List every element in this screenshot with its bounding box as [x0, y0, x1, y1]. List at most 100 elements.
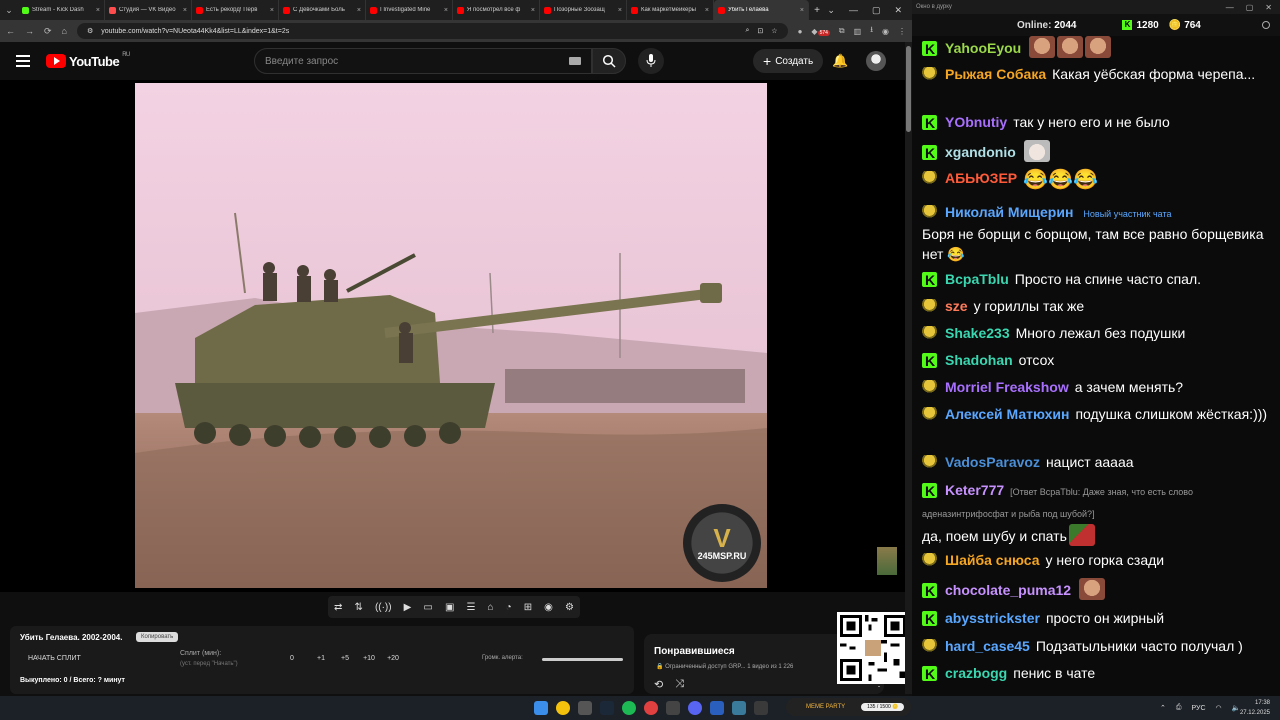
create-button[interactable]: + Создать	[753, 49, 824, 73]
player-tool-icon[interactable]: ▣	[445, 602, 454, 613]
chat-username[interactable]: Рыжая Собака	[945, 66, 1046, 82]
close-icon[interactable]: ✕	[1265, 3, 1272, 12]
browser-tab[interactable]: Stream - Kick Dash ×	[18, 0, 105, 20]
player-tool-icon[interactable]: ◔	[506, 602, 512, 613]
avatar[interactable]	[866, 51, 886, 71]
browser-tab[interactable]: I Investigated Mine ×	[366, 0, 453, 20]
extension-icon[interactable]: ●	[798, 27, 803, 36]
site-info-icon[interactable]: ⚙	[87, 27, 93, 35]
tab-close-icon[interactable]: ×	[531, 7, 535, 14]
app-icon[interactable]	[710, 701, 724, 715]
split-value-button[interactable]: +20	[381, 655, 405, 662]
loop-icon[interactable]: ⟲	[654, 678, 663, 691]
menu-icon[interactable]: ⋮	[898, 27, 906, 36]
app-icon[interactable]	[732, 701, 746, 715]
steam-icon[interactable]	[600, 701, 614, 715]
player-tool-icon[interactable]: ((·))	[375, 602, 392, 613]
app-icon[interactable]	[644, 701, 658, 715]
player-tool-icon[interactable]: ⚙	[565, 602, 574, 613]
browser-tab[interactable]: Есть рекорд! Перв ×	[192, 0, 279, 20]
tab-close-icon[interactable]: ×	[357, 7, 361, 14]
wifi-icon[interactable]: ◠	[1216, 704, 1222, 712]
chat-username[interactable]: Николай Мищерин	[945, 204, 1073, 220]
browser-tab[interactable]: Убить Гелаева ×	[714, 0, 809, 20]
chat-username[interactable]: YahooEyou	[945, 40, 1021, 56]
browser-tab[interactable]: Как маркетмейкеры ×	[627, 0, 714, 20]
player-tool-icon[interactable]: ▭	[423, 602, 432, 613]
search-button[interactable]	[592, 48, 626, 74]
install-icon[interactable]: ⊡	[757, 27, 763, 35]
chat-username[interactable]: Morriel Freakshow	[945, 379, 1069, 395]
chat-username[interactable]: YObnutiy	[945, 114, 1007, 130]
tray-expand-icon[interactable]: ⌃	[1160, 704, 1166, 712]
extension-badge-icon[interactable]: ◆ 574	[811, 27, 830, 36]
clock[interactable]: 17:38 27.12.2025	[1240, 698, 1270, 718]
split-value-button[interactable]: +5	[333, 655, 357, 662]
dropdown-icon[interactable]: ⌄	[827, 5, 835, 16]
tab-close-icon[interactable]: ×	[183, 7, 187, 14]
page-scrollbar[interactable]	[905, 42, 912, 694]
chat-username[interactable]: Keter777	[945, 482, 1004, 498]
video-player[interactable]: V 245MSP.RU	[0, 80, 905, 592]
copy-button[interactable]: Копировать	[136, 632, 179, 642]
chat-username[interactable]: hard_case45	[945, 638, 1030, 654]
puzzle-icon[interactable]: ⧉	[839, 26, 845, 36]
browser-tab[interactable]: Я посмотрел все ф ×	[453, 0, 540, 20]
discord-icon[interactable]	[688, 701, 702, 715]
reload-icon[interactable]: ⟳	[44, 26, 52, 37]
download-icon[interactable]: ⭳	[870, 24, 873, 38]
side-thumbnail[interactable]	[877, 547, 897, 575]
chrome-icon[interactable]	[556, 701, 570, 715]
chat-username[interactable]: xgandonio	[945, 144, 1016, 160]
player-tool-icon[interactable]: ⊞	[524, 602, 532, 613]
start-icon[interactable]	[534, 701, 548, 715]
split-value-button[interactable]: +10	[357, 655, 381, 662]
tab-list-icon[interactable]: ⌄	[0, 0, 18, 20]
split-value-button[interactable]: 0	[275, 655, 309, 662]
tab-close-icon[interactable]: ×	[444, 7, 448, 14]
chat-username[interactable]: BcpaTblu	[945, 271, 1009, 287]
player-tool-icon[interactable]: ⇄	[334, 602, 342, 613]
new-tab-button[interactable]: +	[809, 5, 825, 16]
player-tool-icon[interactable]: ☰	[466, 602, 475, 613]
chat-username[interactable]: VadosParavoz	[945, 454, 1040, 470]
chat-list[interactable]: YahooEyou Рыжая Собака Какая уёбская форма…	[912, 36, 1280, 696]
spotify-icon[interactable]	[622, 701, 636, 715]
keyboard-icon[interactable]	[569, 57, 581, 65]
search-input[interactable]: Введите запрос	[254, 48, 592, 74]
chat-username[interactable]: Shadohan	[945, 352, 1013, 368]
maximize-icon[interactable]: ▢	[1246, 3, 1254, 12]
youtube-logo[interactable]: YouTube RU	[46, 52, 130, 69]
video-frame[interactable]: V 245MSP.RU	[135, 83, 767, 588]
search-page-icon[interactable]: ⌕	[746, 27, 750, 35]
home-icon[interactable]: ⌂	[62, 26, 67, 36]
player-tool-icon[interactable]: ◉	[544, 602, 553, 613]
alert-volume-slider[interactable]	[542, 658, 623, 661]
notifications-bell-icon[interactable]: 🔔	[832, 53, 848, 69]
tab-close-icon[interactable]: ×	[705, 7, 709, 14]
tab-close-icon[interactable]: ×	[270, 7, 274, 14]
browser-tab[interactable]: Позорные Зоозащ ×	[540, 0, 627, 20]
player-tool-icon[interactable]: ▶	[404, 602, 412, 613]
playlist-title[interactable]: Понравившиеся	[654, 646, 735, 657]
app-icon[interactable]	[666, 701, 680, 715]
profile-icon[interactable]: ◉	[882, 27, 889, 36]
chat-username[interactable]: chocolate_puma12	[945, 582, 1071, 598]
chat-username[interactable]: sze	[945, 298, 968, 314]
forward-icon[interactable]: →	[25, 26, 34, 36]
url-field[interactable]: ⚙ youtube.com/watch?v=NUeota44Kk4&list=L…	[76, 23, 788, 39]
split-value-button[interactable]: +1	[309, 655, 333, 662]
chat-username[interactable]: АБЬЮЗЕР	[945, 170, 1017, 186]
start-split-button[interactable]: НАЧАТЬ СПЛИТ	[28, 655, 81, 662]
language-indicator[interactable]: РУС	[1191, 705, 1205, 712]
shuffle-icon[interactable]: ⤨	[675, 678, 684, 691]
sidebar-icon[interactable]: ▥	[854, 27, 862, 36]
menu-burger-icon[interactable]	[16, 52, 30, 70]
player-tool-icon[interactable]: ⌂	[487, 602, 493, 613]
chat-username[interactable]: Shake233	[945, 325, 1010, 341]
scrollbar-thumb[interactable]	[906, 46, 911, 132]
chat-username[interactable]: crazbogg	[945, 665, 1007, 681]
maximize-icon[interactable]: ▢	[872, 5, 881, 16]
minimize-icon[interactable]: —	[849, 5, 858, 16]
app-icon[interactable]	[578, 701, 592, 715]
